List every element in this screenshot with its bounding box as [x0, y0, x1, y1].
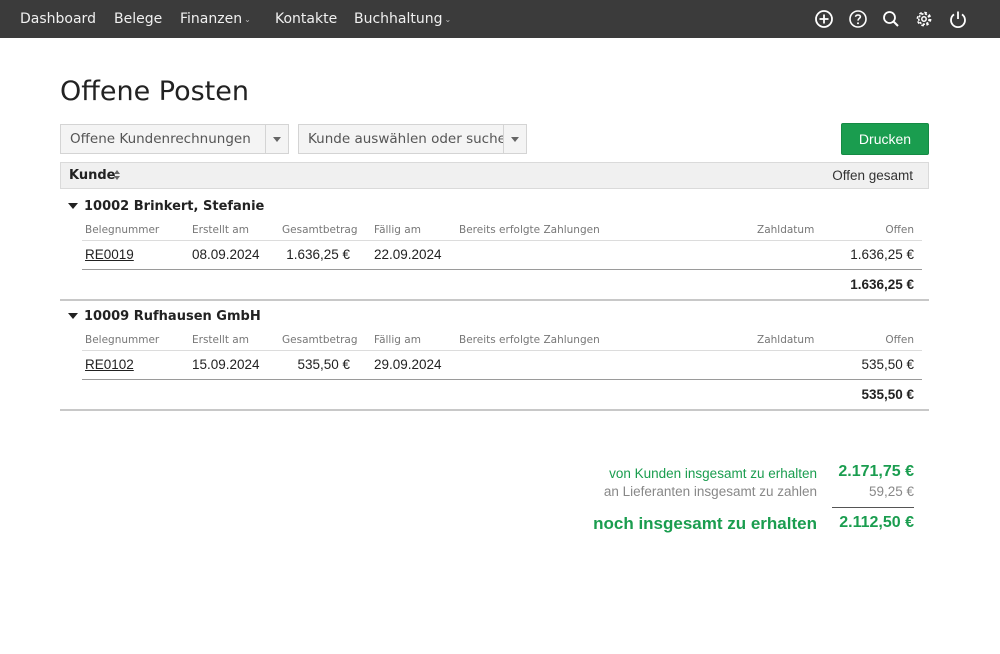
col-head-due: Fällig am — [374, 224, 421, 236]
col-head-created: Erstellt am — [192, 334, 249, 346]
col-head-paydate: Zahldatum — [757, 224, 815, 236]
document-type-value: Offene Kundenrechnungen — [70, 131, 251, 147]
col-head-created: Erstellt am — [192, 224, 249, 236]
nav-finanzen[interactable]: Finanzen ⌄ — [180, 0, 251, 38]
created-date: 15.09.2024 — [192, 357, 260, 372]
col-head-open: Offen — [885, 334, 914, 346]
total-amount: 1.636,25 € — [286, 247, 350, 262]
col-head-number: Belegnummer — [85, 224, 160, 236]
search-icon[interactable] — [881, 9, 901, 29]
created-date: 08.09.2024 — [192, 247, 260, 262]
caret-down-icon — [273, 137, 281, 142]
nav-dashboard-label: Dashboard — [20, 11, 96, 27]
nav-buchhaltung-label: Buchhaltung — [354, 11, 443, 27]
document-link[interactable]: RE0019 — [85, 247, 134, 263]
summary-receive-value: 2.171,75 € — [838, 463, 914, 480]
due-date: 22.09.2024 — [374, 247, 442, 262]
help-icon[interactable] — [848, 9, 868, 29]
total-amount: 535,50 € — [297, 357, 350, 372]
nav-kontakte[interactable]: Kontakte — [275, 0, 337, 38]
plus-circle-icon[interactable] — [814, 9, 834, 29]
divider — [82, 379, 922, 380]
summary-total-value: 2.112,50 € — [839, 514, 914, 531]
customer-dropdown-toggle[interactable] — [503, 125, 526, 153]
col-head-total: Gesamtbetrag — [282, 224, 358, 236]
nav-belege-label: Belege — [114, 11, 163, 27]
divider — [82, 240, 922, 241]
customer-select[interactable]: Kunde auswählen oder suchen — [298, 124, 527, 154]
group-subtotal: 535,50 € — [861, 387, 914, 402]
top-navigation: Dashboard Belege Finanzen ⌄ Kontakte Buch… — [0, 0, 1000, 38]
summary-divider — [832, 507, 914, 508]
group-divider — [60, 299, 929, 301]
caret-down-icon — [511, 137, 519, 142]
open-amount: 1.636,25 € — [850, 247, 914, 262]
caret-down-icon — [68, 313, 78, 319]
table-header: Kunde Offen gesamt — [60, 162, 929, 189]
open-amount: 535,50 € — [861, 357, 914, 372]
nav-finanzen-label: Finanzen — [180, 11, 243, 27]
sort-icon[interactable] — [113, 169, 121, 181]
customer-group-title: 10009 Rufhausen GmbH — [84, 309, 261, 324]
col-head-open: Offen — [885, 224, 914, 236]
document-link[interactable]: RE0102 — [85, 357, 134, 373]
print-button[interactable]: Drucken — [841, 123, 929, 155]
col-head-due: Fällig am — [374, 334, 421, 346]
col-head-payments: Bereits erfolgte Zahlungen — [459, 334, 600, 346]
page-title: Offene Posten — [60, 76, 249, 107]
divider — [82, 269, 922, 270]
nav-belege[interactable]: Belege — [114, 0, 162, 38]
nav-dashboard[interactable]: Dashboard — [20, 0, 96, 38]
caret-down-icon — [68, 203, 78, 209]
customer-group-title: 10002 Brinkert, Stefanie — [84, 199, 265, 214]
power-icon[interactable] — [948, 9, 968, 29]
settings-icon[interactable] — [914, 9, 934, 29]
col-head-payments: Bereits erfolgte Zahlungen — [459, 224, 600, 236]
summary-total-label: noch insgesamt zu erhalten — [593, 514, 817, 533]
document-type-dropdown-toggle[interactable] — [265, 125, 288, 153]
summary-receive-label: von Kunden insgesamt zu erhalten — [609, 466, 817, 481]
due-date: 29.09.2024 — [374, 357, 442, 372]
summary-pay-value: 59,25 € — [868, 484, 914, 499]
group-subtotal: 1.636,25 € — [850, 277, 914, 292]
chevron-down-icon: ⌄ — [444, 15, 452, 24]
customer-group-toggle[interactable]: 10002 Brinkert, Stefanie — [68, 198, 264, 216]
group-divider — [60, 409, 929, 411]
col-head-number: Belegnummer — [85, 334, 160, 346]
customer-select-placeholder: Kunde auswählen oder suchen — [308, 131, 515, 147]
col-head-paydate: Zahldatum — [757, 334, 815, 346]
column-header-customer[interactable]: Kunde — [69, 163, 115, 188]
divider — [82, 350, 922, 351]
document-type-select[interactable]: Offene Kundenrechnungen — [60, 124, 289, 154]
col-head-total: Gesamtbetrag — [282, 334, 358, 346]
nav-kontakte-label: Kontakte — [275, 11, 338, 27]
summary-pay-label: an Lieferanten insgesamt zu zahlen — [603, 484, 817, 499]
nav-buchhaltung[interactable]: Buchhaltung ⌄ — [354, 0, 451, 38]
chevron-down-icon: ⌄ — [244, 15, 251, 24]
customer-group-toggle[interactable]: 10009 Rufhausen GmbH — [68, 308, 261, 326]
column-header-open-total: Offen gesamt — [832, 168, 913, 183]
